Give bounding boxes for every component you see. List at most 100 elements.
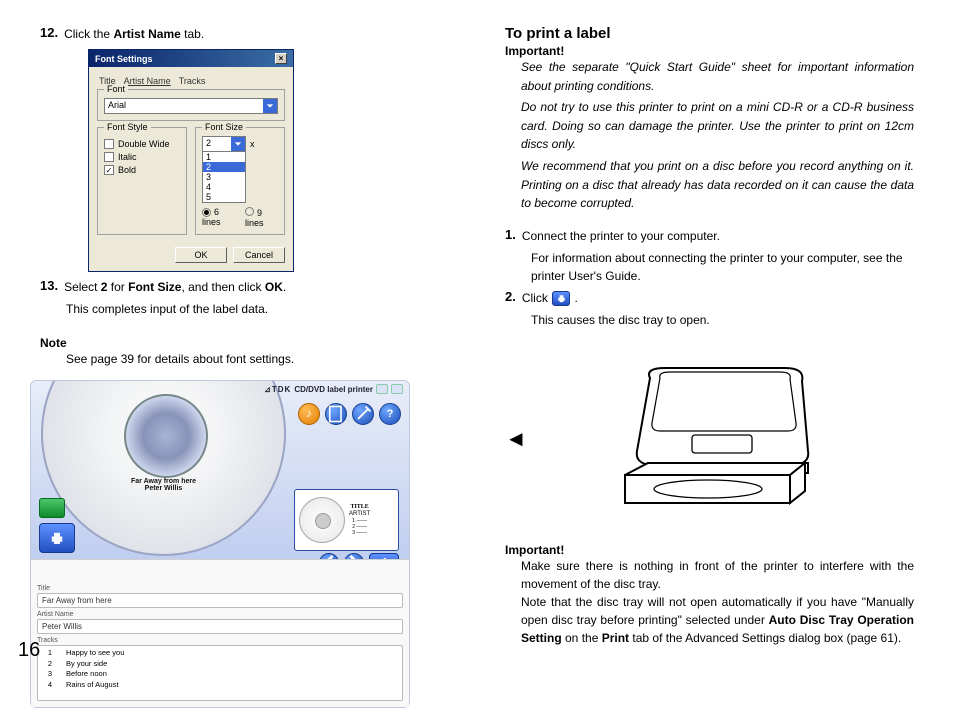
disc-preview-big[interactable]: Far Away from here Peter Willis: [41, 381, 286, 556]
step-13-sub: This completes input of the label data.: [40, 300, 449, 318]
disc-artist: Peter Willis: [43, 485, 284, 492]
font-a-button[interactable]: A: [369, 553, 399, 559]
text: .: [575, 291, 578, 305]
cancel-button[interactable]: Cancel: [233, 247, 285, 263]
chevron-down-icon[interactable]: [231, 137, 245, 151]
important-p3: We recommend that you print on a disc be…: [505, 157, 914, 213]
brand-label: TDK: [272, 385, 291, 394]
checkbox-doublewide[interactable]: Double Wide: [104, 139, 180, 149]
prev-template-icon[interactable]: [319, 553, 339, 559]
track-row: 2 By your side: [42, 659, 398, 670]
note-text: See page 39 for details about font setti…: [40, 350, 449, 368]
new-icon[interactable]: [325, 403, 347, 425]
track-row: 1 Happy to see you: [42, 648, 398, 659]
track-num: 3: [42, 669, 52, 680]
font-size-combo[interactable]: 2: [202, 136, 246, 152]
text-bold: Print: [602, 631, 629, 645]
font-style-label: Font Style: [104, 122, 151, 132]
radio-9-lines[interactable]: 9 lines: [245, 207, 278, 228]
checkbox-bold[interactable]: ✓ Bold: [104, 165, 180, 175]
font-combo-value: Arial: [105, 99, 263, 113]
checkbox-icon: [104, 139, 114, 149]
minimize-icon[interactable]: [376, 384, 388, 394]
text: , and then click: [181, 280, 264, 294]
text-bold: Artist Name: [113, 27, 180, 41]
text: for: [107, 280, 128, 294]
close-icon[interactable]: [391, 384, 403, 394]
preview-artist-label: ARTIST: [349, 511, 370, 518]
preview-title-label: TITLE: [349, 504, 370, 511]
disc-icon: [299, 497, 345, 543]
step-1-text: Connect the printer to your computer.: [522, 227, 720, 245]
font-size-value: 2: [203, 137, 231, 151]
checkbox-icon: ✓: [104, 165, 114, 175]
print-button[interactable]: [39, 523, 75, 553]
track-title: By your side: [66, 659, 107, 670]
title-field-label: Title: [37, 585, 403, 592]
checkbox-label: Bold: [118, 165, 136, 175]
track-row: 4 Rains of August: [42, 680, 398, 691]
step-1-sub: For information about connecting the pri…: [505, 249, 914, 285]
app-title: CD/DVD label printer: [294, 385, 373, 394]
font-combo[interactable]: Arial: [104, 98, 278, 114]
track-num: 1: [42, 648, 52, 659]
step-12-text: Click the Artist Name tab.: [64, 25, 204, 43]
text: Click: [522, 291, 551, 305]
font-size-label: Font Size: [202, 122, 246, 132]
size-option[interactable]: 1: [203, 152, 245, 162]
size-x-label: x: [250, 139, 255, 149]
checkbox-icon: [104, 152, 114, 162]
track-num: 4: [42, 680, 52, 691]
step-1-number: 1.: [505, 227, 516, 245]
checkbox-label: Italic: [118, 152, 137, 162]
dialog-title: Font Settings: [95, 54, 153, 64]
track-title: Before noon: [66, 669, 107, 680]
label-preview-small[interactable]: TITLE ARTIST 1 ───2 ───3 ───: [294, 489, 399, 551]
checkbox-italic[interactable]: Italic: [104, 152, 180, 162]
ok-button[interactable]: OK: [175, 247, 227, 263]
tool-icon[interactable]: [352, 403, 374, 425]
important2-p2: Note that the disc tray will not open au…: [505, 593, 914, 647]
label-app-window: Far Away from here Peter Willis ⊿TDK CD/…: [30, 380, 410, 708]
help-icon[interactable]: ?: [379, 403, 401, 425]
step-12-number: 12.: [40, 25, 58, 43]
text: Click the: [64, 27, 113, 41]
tracks-field[interactable]: 1 Happy to see you 2 By your side 3 Before …: [37, 645, 403, 701]
track-title: Rains of August: [66, 680, 119, 691]
artist-field-label: Artist Name: [37, 611, 403, 618]
important-p2: Do not try to use this printer to print …: [505, 98, 914, 154]
tracks-field-label: Tracks: [37, 637, 403, 644]
font-size-list[interactable]: 1 2 3 4 5: [202, 152, 246, 203]
step-13-text: Select 2 for Font Size, and then click O…: [64, 278, 286, 296]
artist-field[interactable]: Peter Willis: [37, 619, 403, 634]
size-option[interactable]: 4: [203, 182, 245, 192]
next-template-icon[interactable]: [344, 553, 364, 559]
tab-artist-name[interactable]: Artist Name: [124, 76, 171, 86]
close-icon[interactable]: ×: [275, 53, 287, 64]
chevron-down-icon[interactable]: [263, 99, 277, 113]
dialog-titlebar[interactable]: Font Settings ×: [89, 50, 293, 67]
size-option[interactable]: 3: [203, 172, 245, 182]
track-title: Happy to see you: [66, 648, 124, 659]
preview-tracks: 1 ───2 ───3 ───: [349, 518, 370, 536]
eject-button[interactable]: [39, 498, 65, 518]
music-note-icon[interactable]: ♪: [298, 403, 320, 425]
size-option[interactable]: 5: [203, 192, 245, 202]
radio-6-lines[interactable]: 6 lines: [202, 207, 235, 228]
step-2-sub: This causes the disc tray to open.: [505, 311, 914, 329]
checkbox-label: Double Wide: [118, 139, 170, 149]
size-option-selected[interactable]: 2: [203, 162, 245, 172]
text: tab of the Advanced Settings dialog box …: [629, 631, 901, 645]
print-icon[interactable]: [552, 291, 570, 306]
title-field[interactable]: Far Away from here: [37, 593, 403, 608]
tab-tracks[interactable]: Tracks: [179, 76, 206, 86]
arrow-left-icon: ◄: [505, 426, 527, 452]
step-2-number: 2.: [505, 289, 516, 307]
track-num: 2: [42, 659, 52, 670]
important-p1: See the separate "Quick Start Guide" she…: [505, 58, 914, 95]
disc-title: Far Away from here: [43, 478, 284, 485]
font-settings-dialog: Font Settings × Title Artist Name Tracks…: [88, 49, 294, 272]
important2-p1: Make sure there is nothing in front of t…: [505, 557, 914, 593]
font-group-label: Font: [104, 84, 128, 94]
text-bold: Font Size: [128, 280, 181, 294]
